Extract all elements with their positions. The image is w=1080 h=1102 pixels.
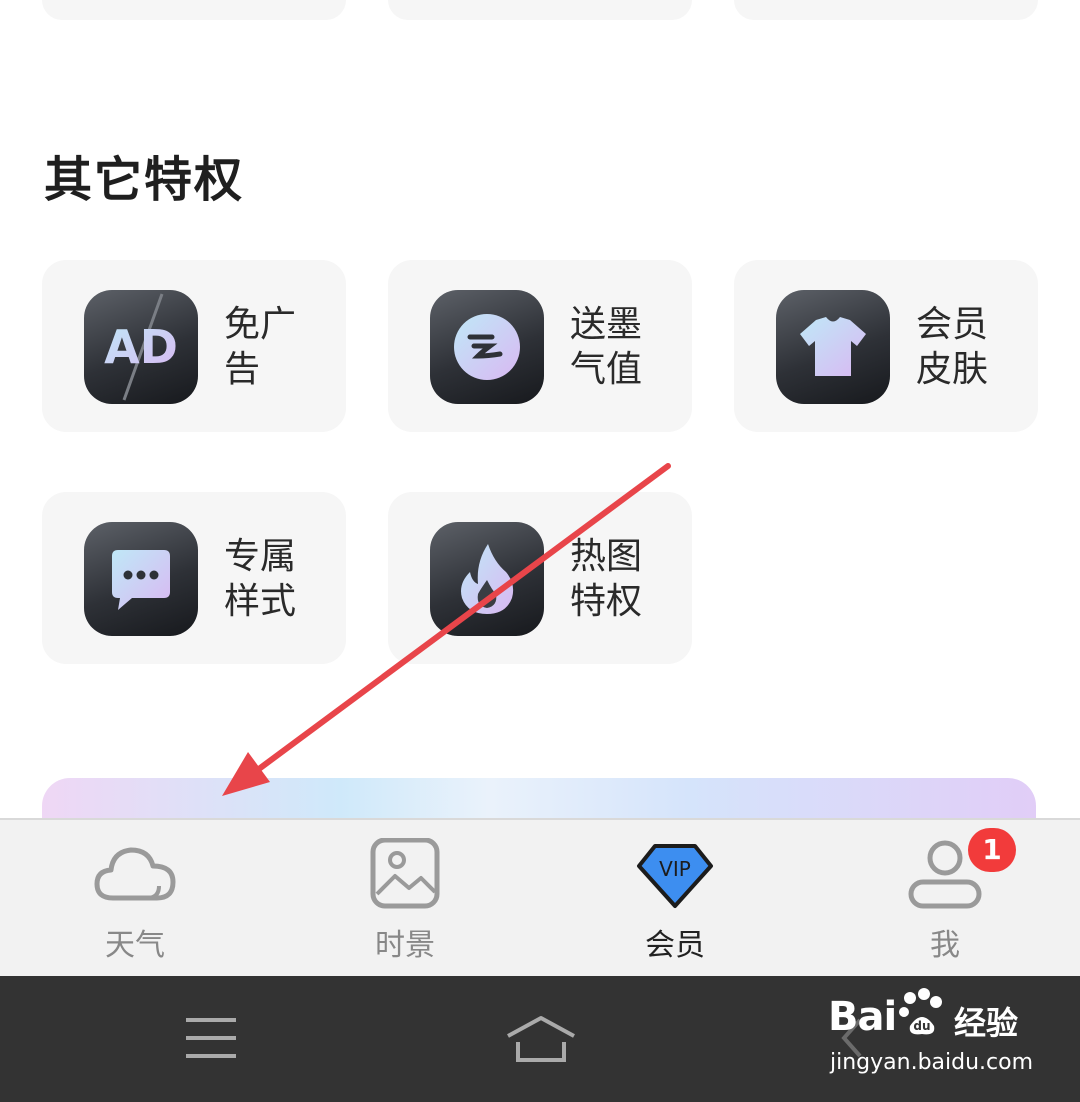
- tshirt-icon: [776, 290, 890, 404]
- tab-weather[interactable]: 天气: [0, 820, 270, 978]
- bottom-tab-bar: 天气 时景 VIP 会员 我: [0, 818, 1080, 976]
- privilege-card-exclusive-style[interactable]: 专属样式: [42, 492, 346, 664]
- watermark-cn: 经验: [954, 1004, 1019, 1042]
- tab-label: 会员: [645, 928, 705, 963]
- ad-free-icon: AD: [84, 290, 198, 404]
- tab-me[interactable]: 我: [810, 820, 1080, 978]
- vip-diamond-icon: VIP: [637, 844, 713, 908]
- top-card-partial[interactable]: [734, 0, 1038, 20]
- menu-icon[interactable]: [166, 1006, 256, 1070]
- privilege-card-member-skin[interactable]: 会员皮肤: [734, 260, 1038, 432]
- tab-vip[interactable]: VIP 会员: [540, 820, 810, 978]
- vip-icon-text: VIP: [659, 857, 691, 881]
- baidu-jingyan-watermark: Bai du 经验 jingyan.baidu.com: [826, 986, 1033, 1082]
- flame-icon: [430, 522, 544, 636]
- privilege-label: 专属样式: [224, 536, 297, 622]
- notification-badge: 1: [968, 828, 1016, 872]
- chat-bubble-icon: [84, 522, 198, 636]
- watermark-brand: Bai: [828, 994, 897, 1040]
- top-card-partial[interactable]: [388, 0, 692, 20]
- tab-label: 天气: [105, 928, 165, 963]
- paw-du-text: du: [913, 1019, 930, 1033]
- privilege-card-hot-image[interactable]: 热图特权: [388, 492, 692, 664]
- tab-label: 时景: [375, 928, 435, 963]
- privilege-label: 送墨气值: [570, 304, 643, 390]
- home-icon[interactable]: [496, 1006, 586, 1070]
- privilege-label: 免广告: [224, 304, 297, 390]
- privilege-label: 热图特权: [570, 536, 643, 622]
- privilege-label: 会员皮肤: [916, 304, 989, 390]
- top-card-partial[interactable]: [42, 0, 346, 20]
- tab-label: 我: [930, 928, 960, 963]
- privilege-card-ink-value[interactable]: 送墨气值: [388, 260, 692, 432]
- privilege-card-ad-free[interactable]: AD 免广告: [42, 260, 346, 432]
- watermark-url: jingyan.baidu.com: [830, 1050, 1034, 1075]
- ad-icon-text: AD: [104, 320, 178, 374]
- tab-scenery[interactable]: 时景: [270, 820, 540, 978]
- paw-icon: du: [899, 988, 942, 1035]
- image-icon: [370, 838, 440, 909]
- ink-value-icon: [430, 290, 544, 404]
- section-title: 其它特权: [44, 152, 245, 208]
- cloud-icon: [94, 847, 176, 901]
